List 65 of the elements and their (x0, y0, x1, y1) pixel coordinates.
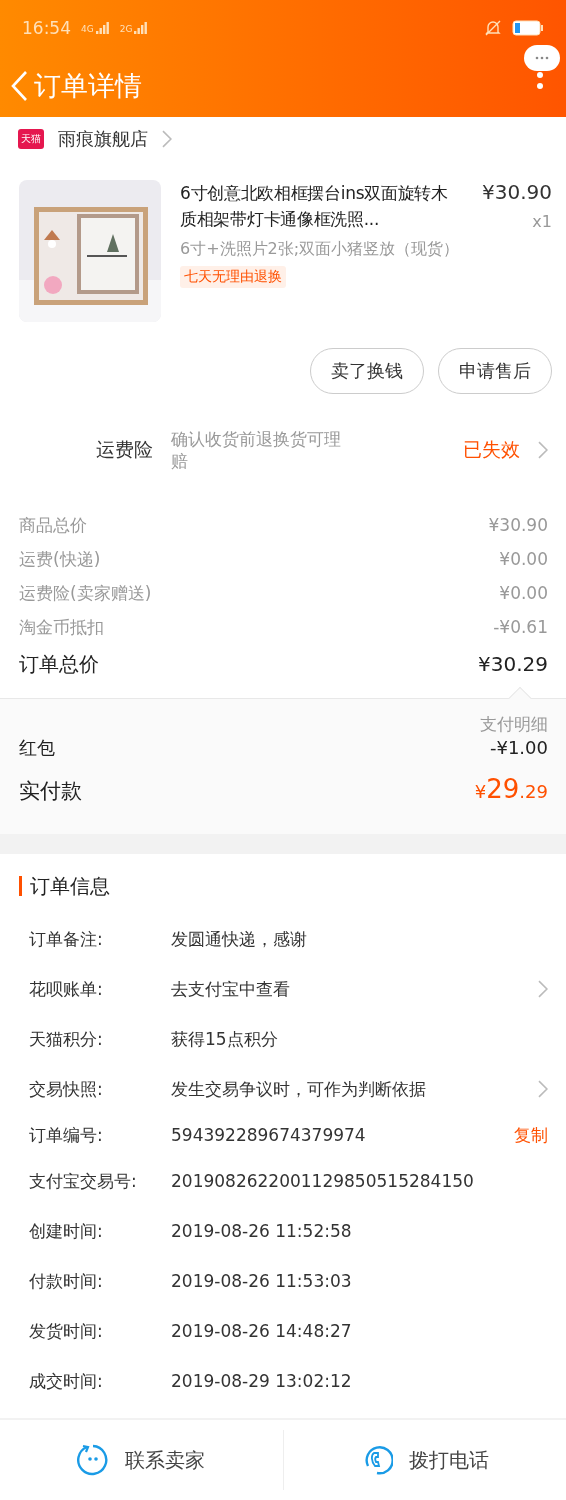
info-label: 订单备注: (29, 927, 104, 951)
info-value: 2019-08-29 13:02:12 (171, 1371, 353, 1391)
call-button[interactable]: 拨打电话 (282, 1430, 566, 1490)
cost-value: ¥0.00 (499, 583, 548, 603)
cost-value: ¥0.00 (499, 549, 548, 569)
discount-value: -¥1.00 (489, 737, 548, 758)
product-spec: 6寸+洗照片2张;双面小猪竖放（现货） (180, 238, 461, 260)
chevron-right-icon (538, 1080, 548, 1098)
chevron-right-icon (538, 441, 548, 459)
product-title[interactable]: 6寸创意北欧相框摆台ins双面旋转木质相架带灯卡通像框洗照... (180, 180, 463, 232)
info-value: 获得15点积分 (171, 1027, 279, 1051)
return-policy-tag: 七天无理由退换 (180, 266, 286, 288)
info-value: 2019-08-26 11:52:58 (171, 1221, 353, 1241)
store-badge: 天猫 (18, 128, 44, 149)
muted-bell-icon (484, 18, 502, 37)
insurance-description: 确认收货前退换货可理赔 (171, 428, 342, 472)
shop-name[interactable]: 雨痕旗舰店 (58, 126, 148, 151)
action-button[interactable]: 卖了换钱 (310, 348, 424, 394)
ellipsis-icon (535, 56, 549, 60)
info-value[interactable]: 去支付宝中查看 (171, 977, 539, 1001)
paid-label: 实付款 (19, 778, 82, 805)
insurance-label: 运费险 (96, 437, 153, 462)
info-value: 594392289674379974 (171, 1125, 367, 1145)
back-icon[interactable] (10, 70, 28, 102)
info-value: 2019-08-26 14:48:27 (171, 1321, 353, 1341)
info-label: 订单编号: (29, 1123, 104, 1147)
info-value: 2019-08-26 11:53:03 (171, 1271, 353, 1291)
info-value[interactable]: 发生交易争议时，可作为判断依据 (171, 1077, 539, 1101)
product-price: ¥30.90 (482, 180, 552, 204)
info-label: 交易快照: (29, 1077, 104, 1101)
status-time: 16:54 (22, 17, 71, 38)
network-label: 2G (119, 23, 133, 34)
chevron-right-icon (162, 129, 172, 148)
contact-button[interactable]: 联系卖家 (0, 1430, 283, 1490)
cost-value: ¥30.90 (488, 515, 548, 535)
chevron-right-icon (538, 980, 548, 998)
section-title: 订单信息 (19, 876, 548, 896)
cost-label: 淘金币抵扣 (19, 615, 104, 639)
signal-icon (134, 21, 149, 34)
total-label: 订单总价 (19, 650, 99, 678)
paid-amount: ¥29.29 (474, 774, 548, 804)
dots-icon[interactable] (536, 71, 544, 91)
info-label: 发货时间: (29, 1319, 104, 1343)
info-label: 付款时间: (29, 1269, 104, 1293)
info-value: 发圆通快递，感谢 (171, 927, 308, 951)
cost-label: 运费(快递) (19, 547, 101, 571)
cost-label: 商品总价 (19, 513, 87, 537)
info-label: 成交时间: (29, 1369, 104, 1393)
discount-label: 红包 (19, 736, 55, 760)
info-label: 花呗账单: (29, 977, 104, 1001)
info-label: 支付宝交易号: (29, 1169, 138, 1193)
battery-icon (512, 19, 544, 36)
info-label: 天猫积分: (29, 1027, 104, 1051)
page-title: 订单详情 (34, 69, 142, 103)
info-value: 2019082622001129850515284150 (171, 1171, 475, 1191)
cost-value: -¥0.61 (493, 617, 548, 637)
signal-icon (95, 21, 110, 34)
product-quantity: x1 (532, 212, 552, 231)
network-label: 4G (81, 23, 94, 34)
more-menu-button[interactable] (524, 45, 560, 71)
total-value: ¥30.29 (478, 652, 548, 676)
info-label: 创建时间: (29, 1219, 104, 1243)
cost-label: 运费险(卖家赠送) (19, 581, 152, 605)
action-button[interactable]: 申请售后 (438, 348, 552, 394)
chat-face-icon (77, 1444, 110, 1476)
